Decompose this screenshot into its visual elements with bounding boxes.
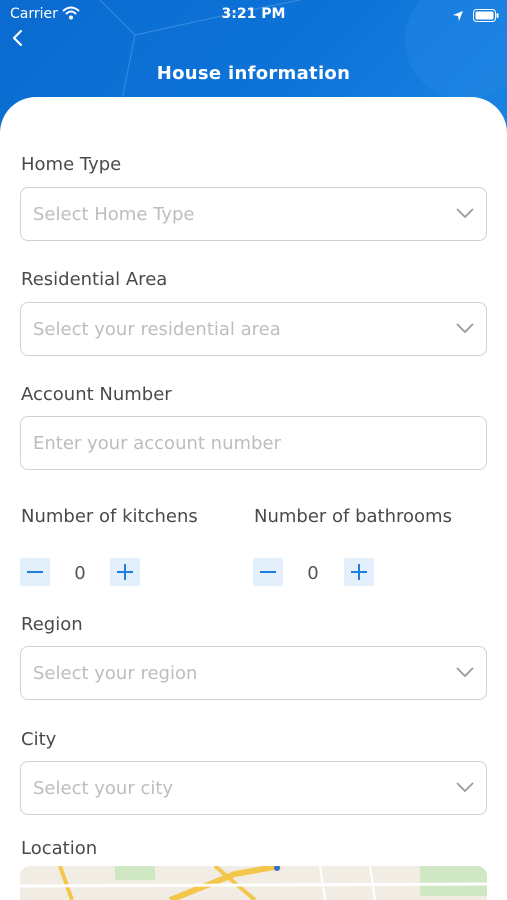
chevron-down-icon — [456, 667, 474, 678]
kitchens-increment-button[interactable] — [110, 558, 140, 586]
account-number-placeholder: Enter your account number — [33, 433, 281, 454]
chevron-down-icon — [456, 323, 474, 334]
chevron-down-icon — [456, 782, 474, 793]
chevron-left-icon — [12, 29, 23, 47]
status-bar: Carrier 3:21 PM — [0, 0, 507, 28]
battery-icon — [473, 7, 499, 26]
home-type-placeholder: Select Home Type — [33, 204, 195, 225]
kitchens-decrement-button[interactable] — [20, 558, 50, 586]
region-placeholder: Select your region — [33, 663, 198, 684]
status-time: 3:21 PM — [221, 6, 286, 22]
bathrooms-label: Number of bathrooms — [254, 506, 452, 527]
account-number-input[interactable]: Enter your account number — [20, 416, 487, 470]
location-arrow-icon — [452, 7, 464, 26]
residential-area-label: Residential Area — [21, 269, 168, 290]
plus-icon — [351, 564, 367, 580]
minus-icon — [260, 571, 276, 573]
location-label: Location — [21, 838, 98, 859]
residential-area-select[interactable]: Select your residential area — [20, 302, 487, 356]
region-select[interactable]: Select your region — [20, 646, 487, 700]
minus-icon — [27, 571, 43, 573]
bathrooms-increment-button[interactable] — [344, 558, 374, 586]
account-number-label: Account Number — [21, 384, 172, 405]
chevron-down-icon — [456, 208, 474, 219]
map-tiles — [20, 866, 487, 900]
home-type-label: Home Type — [21, 154, 122, 175]
city-label: City — [21, 729, 57, 750]
home-type-select[interactable]: Select Home Type — [20, 187, 487, 241]
location-map[interactable] — [20, 866, 487, 900]
bathrooms-decrement-button[interactable] — [253, 558, 283, 586]
back-button[interactable] — [6, 26, 32, 52]
kitchens-count: 0 — [74, 563, 86, 584]
kitchens-label: Number of kitchens — [21, 506, 198, 527]
bathrooms-count: 0 — [307, 563, 319, 584]
page-title: House information — [156, 63, 351, 84]
residential-area-placeholder: Select your residential area — [33, 319, 281, 340]
city-select[interactable]: Select your city — [20, 761, 487, 815]
city-placeholder: Select your city — [33, 778, 174, 799]
region-label: Region — [21, 614, 83, 635]
plus-icon — [117, 564, 133, 580]
